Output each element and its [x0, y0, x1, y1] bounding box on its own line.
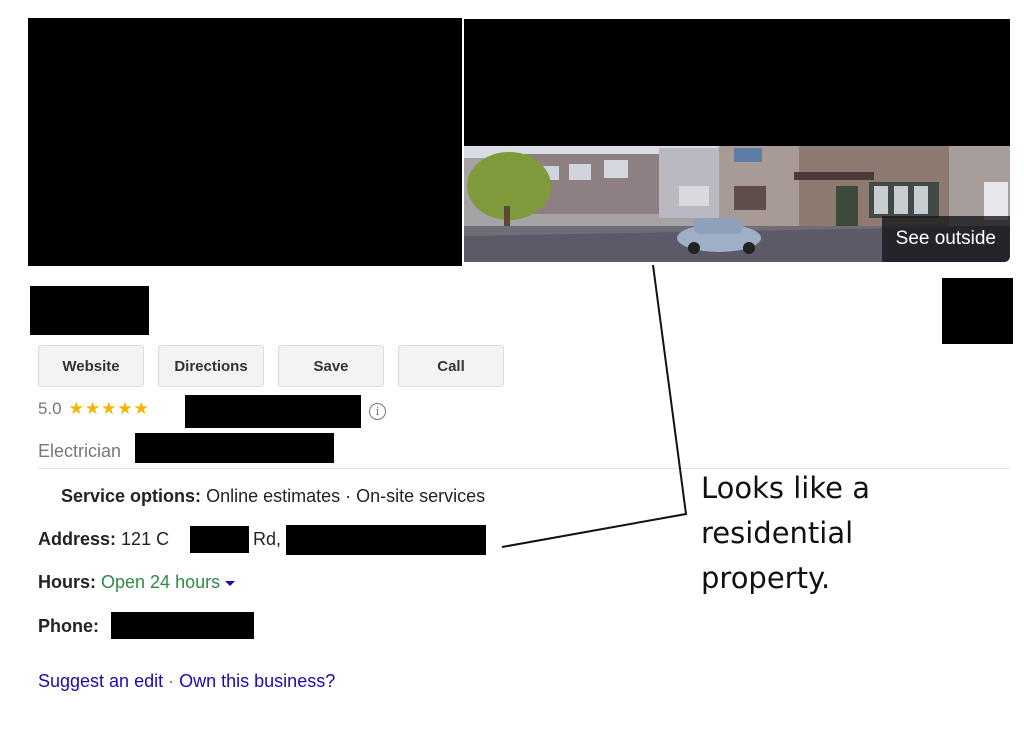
redacted-main-photo — [28, 18, 462, 266]
see-outside-button[interactable]: See outside — [881, 216, 1010, 262]
footer-links: Suggest an edit · Own this business? — [38, 671, 335, 692]
website-button[interactable]: Website — [38, 345, 144, 387]
redacted-phone-number — [111, 612, 254, 639]
street-view-photo[interactable]: See outside — [464, 146, 1010, 262]
annotation-text: Looks like a residential property. — [701, 466, 961, 601]
redacted-category-location — [135, 433, 334, 463]
service-options-row: Service options: Online estimates · On-s… — [61, 486, 485, 507]
save-button[interactable]: Save — [278, 345, 384, 387]
own-business-link[interactable]: Own this business? — [179, 671, 335, 691]
directions-button[interactable]: Directions — [158, 345, 264, 387]
business-category: Electrician — [38, 441, 122, 461]
address-prefix: 121 C — [121, 529, 170, 549]
redacted-address-city — [286, 525, 486, 555]
rating-score: 5.0 — [38, 399, 62, 418]
info-icon[interactable]: i — [369, 403, 386, 420]
service-options-value: Online estimates · On-site services — [206, 486, 486, 506]
redacted-map-area — [464, 19, 1010, 146]
redacted-review-count — [185, 395, 361, 428]
hours-label: Hours: — [38, 572, 96, 592]
star-rating-icon: ★★★★★ — [68, 399, 150, 418]
address-row: Address: 121 C — [38, 529, 169, 550]
link-separator: · — [168, 671, 175, 691]
annotation-line-1: Looks like a — [701, 471, 870, 505]
annotation-line-3: property. — [701, 561, 831, 595]
action-buttons: Website Directions Save Call — [38, 345, 504, 387]
address-label: Address: — [38, 529, 117, 549]
hours-row: Hours: Open 24 hours — [38, 572, 236, 593]
call-button[interactable]: Call — [398, 345, 504, 387]
phone-label: Phone: — [38, 616, 99, 636]
address-middle: Rd, — [253, 529, 282, 549]
service-options-label: Service options: — [61, 486, 202, 506]
hours-dropdown-caret-icon[interactable] — [225, 580, 236, 586]
hours-value[interactable]: Open 24 hours — [101, 572, 220, 592]
redacted-share-block — [942, 278, 1013, 344]
rating-row: 5.0 ★★★★★ — [38, 399, 150, 419]
phone-row: Phone: — [38, 616, 99, 637]
redacted-street-name — [190, 526, 249, 553]
redacted-business-name — [30, 286, 149, 335]
annotation-line-2: residential — [701, 516, 854, 550]
suggest-edit-link[interactable]: Suggest an edit — [38, 671, 163, 691]
